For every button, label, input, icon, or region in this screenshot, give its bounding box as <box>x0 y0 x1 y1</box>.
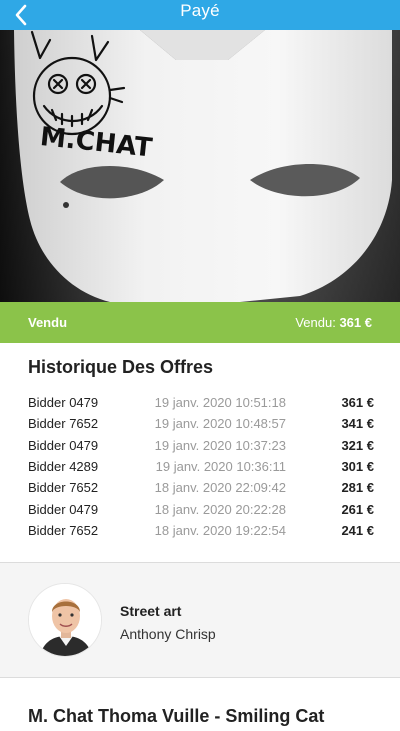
offer-amount: 321 € <box>341 437 374 453</box>
cat-mask-image: M.CHAT <box>0 30 400 302</box>
offer-row: Bidder 7652 18 janv. 2020 19:22:54 241 € <box>28 520 374 541</box>
offer-bidder: Bidder 0479 <box>28 501 99 517</box>
offer-bidder: Bidder 7652 <box>28 480 99 496</box>
offer-bidder: Bidder 4289 <box>28 459 99 475</box>
offer-amount: 241 € <box>341 522 374 538</box>
offer-row: Bidder 0479 19 janv. 2020 10:51:18 361 € <box>28 392 374 413</box>
top-bar: Payé <box>0 0 400 30</box>
artist-portrait-icon <box>29 584 101 656</box>
offer-row: Bidder 0479 19 janv. 2020 10:37:23 321 € <box>28 435 374 456</box>
offer-history-title: Historique Des Offres <box>28 357 214 377</box>
chevron-left-icon <box>15 4 27 26</box>
offer-amount: 301 € <box>341 459 374 475</box>
artist-category: Street art <box>120 603 182 619</box>
offer-amount: 281 € <box>341 480 374 496</box>
final-price-value: 361 € <box>339 315 372 330</box>
offer-date: 19 janv. 2020 10:48:57 <box>154 416 286 432</box>
offer-history-list: Bidder 0479 19 janv. 2020 10:51:18 361 €… <box>28 392 374 541</box>
final-price-label: Vendu: <box>295 315 336 330</box>
offer-bidder: Bidder 0479 <box>28 437 99 453</box>
offer-row: Bidder 7652 19 janv. 2020 10:48:57 341 € <box>28 413 374 434</box>
offer-bidder: Bidder 7652 <box>28 416 99 432</box>
offer-history-section: Historique Des Offres Bidder 0479 19 jan… <box>0 343 400 562</box>
offer-date: 18 janv. 2020 20:22:28 <box>154 501 286 517</box>
offer-date: 19 janv. 2020 10:37:23 <box>154 437 286 453</box>
offer-date: 19 janv. 2020 10:51:18 <box>154 395 286 411</box>
offer-bidder: Bidder 0479 <box>28 395 99 411</box>
artwork-image[interactable]: M.CHAT <box>0 30 400 302</box>
artist-card[interactable]: Street art Anthony Chrisp <box>0 563 400 677</box>
offer-row: Bidder 4289 19 janv. 2020 10:36:11 301 € <box>28 456 374 477</box>
offer-date: 19 janv. 2020 10:36:11 <box>155 459 286 475</box>
status-label: Vendu <box>28 315 68 330</box>
lot-title: M. Chat Thoma Vuille - Smiling Cat <box>28 706 325 726</box>
final-price: Vendu: 361 € <box>295 315 372 330</box>
lot-section: M. Chat Thoma Vuille - Smiling Cat <box>0 678 400 731</box>
offer-row: Bidder 7652 18 janv. 2020 22:09:42 281 € <box>28 477 374 498</box>
offer-row: Bidder 0479 18 janv. 2020 20:22:28 261 € <box>28 498 374 519</box>
avatar <box>28 583 102 657</box>
offer-amount: 341 € <box>341 416 374 432</box>
offer-date: 18 janv. 2020 22:09:42 <box>154 480 286 496</box>
sale-status-bar: Vendu Vendu: 361 € <box>0 302 400 343</box>
offer-bidder: Bidder 7652 <box>28 522 99 538</box>
offer-amount: 261 € <box>341 501 374 517</box>
back-button[interactable] <box>6 0 36 30</box>
offer-amount: 361 € <box>341 395 374 411</box>
offer-date: 18 janv. 2020 19:22:54 <box>154 522 286 538</box>
artist-name: Anthony Chrisp <box>120 626 216 642</box>
page-title: Payé <box>180 1 220 20</box>
